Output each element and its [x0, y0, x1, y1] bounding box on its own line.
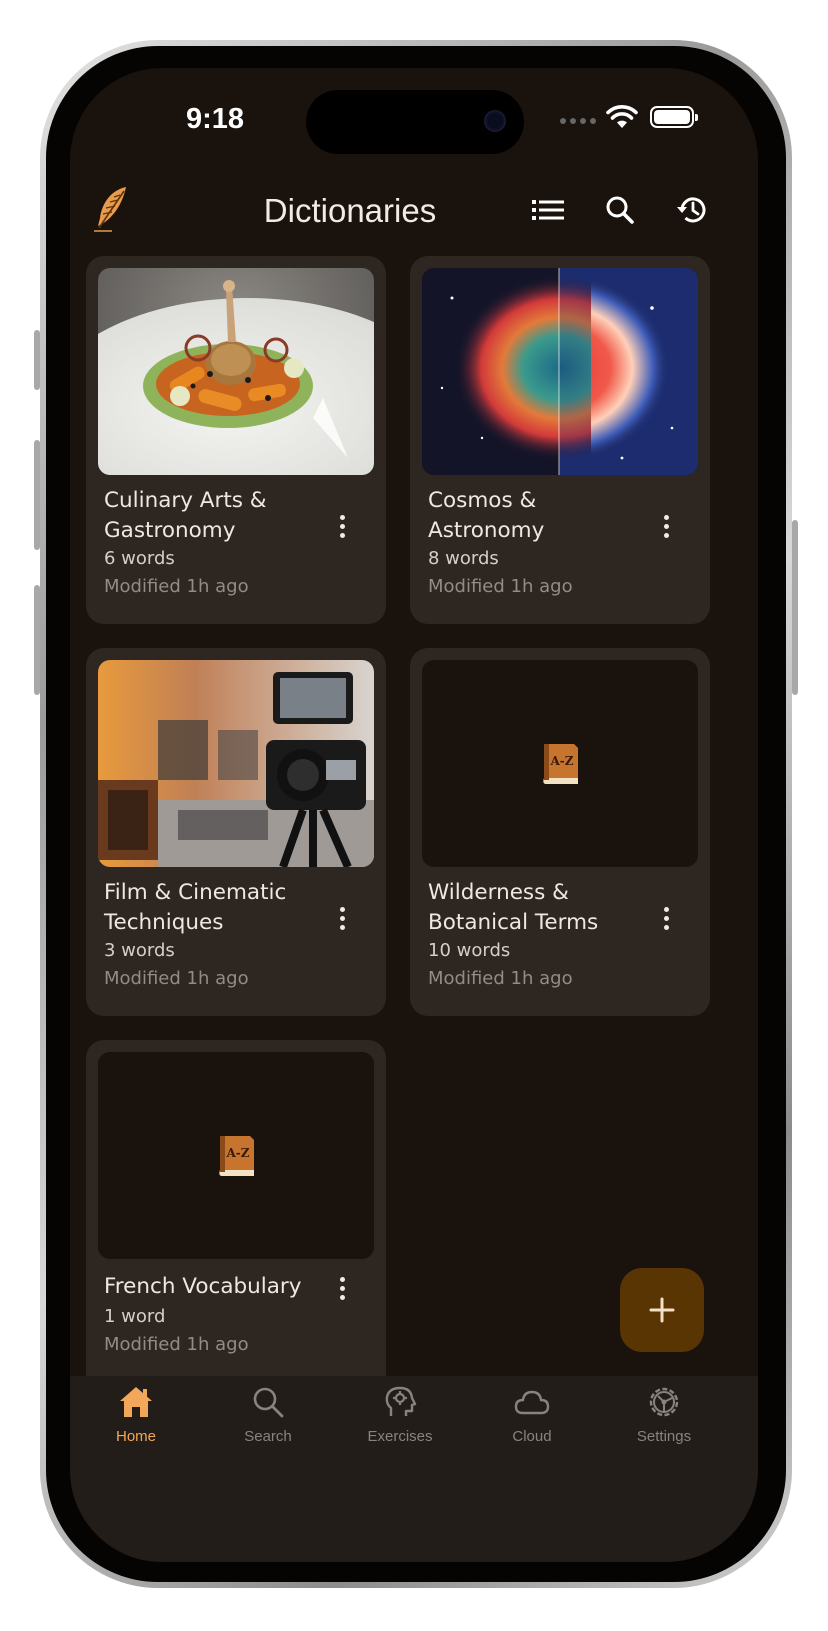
home-icon	[120, 1387, 152, 1417]
status-time: 9:18	[185, 103, 245, 135]
dynamic-island	[306, 90, 524, 154]
settings-gear-icon	[649, 1387, 679, 1417]
dictionary-thumbnail	[98, 268, 374, 475]
more-options-button[interactable]	[324, 898, 360, 938]
svg-text:A-Z: A-Z	[549, 754, 573, 768]
nav-home[interactable]: Home	[70, 1376, 202, 1466]
nav-label: Search	[244, 1428, 292, 1445]
word-count: 3 words	[104, 940, 175, 961]
dictionary-title: French Vocabulary	[104, 1274, 302, 1299]
more-options-button[interactable]	[648, 898, 684, 938]
list-view-button[interactable]	[524, 186, 572, 234]
more-options-button[interactable]	[648, 506, 684, 546]
app-bar: Dictionaries	[70, 178, 758, 250]
dictionary-card[interactable]: A-Z French Vocabulary 1 word Modified 1h…	[86, 1040, 386, 1400]
dictionary-thumbnail	[98, 660, 374, 867]
search-icon	[606, 196, 634, 224]
dictionary-title: Culinary Arts & Gastronomy	[104, 488, 267, 543]
more-options-button[interactable]	[324, 506, 360, 546]
history-icon	[677, 197, 706, 223]
list-view-icon	[532, 200, 564, 220]
a-z-book-icon: A-Z	[543, 744, 578, 784]
volume-down-button	[34, 585, 40, 695]
dictionary-thumbnail	[422, 268, 698, 475]
more-options-button[interactable]	[324, 1268, 360, 1308]
dictionary-title: Wilderness & Botanical Terms	[428, 880, 599, 935]
nav-label: Home	[115, 1428, 156, 1445]
power-button	[792, 520, 798, 695]
svg-text:A-Z: A-Z	[225, 1146, 249, 1160]
modified-time: Modified 1h ago	[104, 576, 249, 597]
a-z-book-icon: A-Z	[219, 1136, 254, 1176]
word-count: 8 words	[428, 548, 499, 569]
camera-rig-photo	[98, 660, 374, 867]
dictionary-card[interactable]: A-Z Wilderness & Botanical Terms 10 word…	[410, 648, 710, 1016]
search-button[interactable]	[596, 186, 644, 234]
plus-icon	[649, 1297, 675, 1323]
nav-label: Cloud	[512, 1428, 552, 1445]
nav-exercises[interactable]: Exercises	[334, 1376, 466, 1466]
dictionary-card[interactable]: Film & Cinematic Techniques 3 words Modi…	[86, 648, 386, 1016]
plated-dish-photo	[98, 268, 374, 475]
volume-up-button	[34, 440, 40, 550]
brain-gear-icon	[385, 1386, 417, 1416]
app-screen: 9:18 Dictionaries Culinary Arts & Gastro…	[70, 68, 758, 1562]
action-button	[34, 330, 40, 390]
nav-cloud[interactable]: Cloud	[466, 1376, 598, 1466]
modified-time: Modified 1h ago	[104, 1334, 249, 1355]
modified-time: Modified 1h ago	[428, 576, 573, 597]
battery-icon	[650, 106, 698, 128]
front-camera	[484, 110, 506, 132]
modified-time: Modified 1h ago	[428, 968, 573, 989]
cellular-signal-icon	[560, 118, 596, 124]
word-count: 1 word	[104, 1306, 166, 1327]
dictionary-thumbnail: A-Z	[98, 1052, 374, 1259]
dictionary-title: Film & Cinematic Techniques	[104, 880, 287, 935]
dictionary-thumbnail: A-Z	[422, 660, 698, 867]
word-count: 10 words	[428, 940, 511, 961]
dictionary-card[interactable]: Culinary Arts & Gastronomy 6 words Modif…	[86, 256, 386, 624]
nav-label: Settings	[636, 1428, 692, 1445]
modified-time: Modified 1h ago	[104, 968, 249, 989]
nav-label: Exercises	[367, 1428, 433, 1445]
add-dictionary-button[interactable]	[620, 1268, 704, 1352]
search-icon	[253, 1387, 284, 1418]
wifi-icon	[606, 105, 638, 128]
nav-search[interactable]: Search	[202, 1376, 334, 1466]
bottom-navigation: Home Search Exercises Cloud Settings	[70, 1376, 758, 1562]
cloud-icon	[514, 1390, 550, 1415]
word-count: 6 words	[104, 548, 175, 569]
nebula-photo	[422, 268, 698, 475]
feather-icon	[94, 187, 126, 232]
dictionary-card[interactable]: Cosmos & Astronomy 8 words Modified 1h a…	[410, 256, 710, 624]
dictionary-title: Cosmos & Astronomy	[428, 488, 545, 543]
nav-settings[interactable]: Settings	[598, 1376, 730, 1466]
history-button[interactable]	[668, 186, 716, 234]
page-title: Dictionaries	[263, 192, 437, 229]
